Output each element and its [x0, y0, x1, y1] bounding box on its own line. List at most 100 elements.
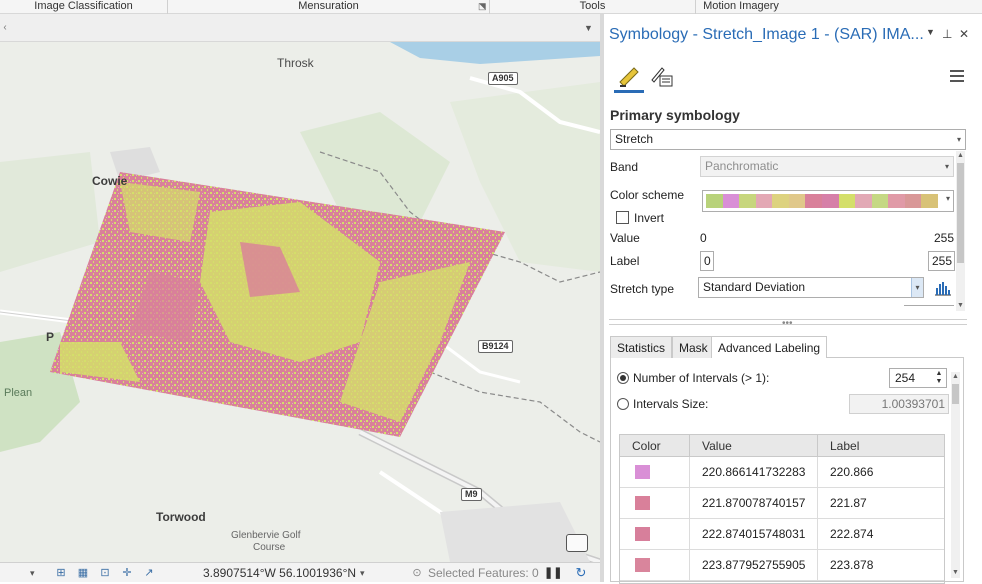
scroll-down-icon[interactable]: ▼: [951, 568, 960, 577]
label-cell[interactable]: 222.874: [818, 519, 944, 550]
value-label: Value: [610, 231, 640, 245]
color-swatch[interactable]: [635, 558, 650, 572]
color-ramp-swatch: [871, 194, 889, 208]
place-label-torwood: Torwood: [156, 510, 206, 524]
num-intervals-label: Number of Intervals (> 1):: [633, 371, 770, 385]
properties-bottom-edge: [904, 305, 954, 306]
scroll-down-icon[interactable]: ▼: [956, 301, 965, 310]
value-cell: 223.877952755905: [690, 550, 818, 581]
histogram-icon[interactable]: [934, 280, 952, 296]
label-cell[interactable]: 223.878: [818, 550, 944, 581]
interval-size-input[interactable]: 1.00393701: [849, 394, 949, 414]
label-cell[interactable]: 221.87: [818, 488, 944, 519]
ribbon-group-motion-imagery: Motion Imagery: [703, 0, 779, 12]
crosshair-icon[interactable]: ✛: [120, 566, 134, 580]
selected-features-icon: ⊙: [412, 567, 422, 579]
interval-size-radio[interactable]: [617, 398, 629, 410]
color-ramp-swatch: [755, 194, 773, 208]
renderer-value: Stretch: [615, 132, 654, 146]
table-row[interactable]: 222.874015748031 222.874: [620, 519, 944, 550]
band-value: Panchromatic: [705, 159, 779, 173]
place-label-course: Course: [253, 542, 286, 553]
tab-scroll-left-icon[interactable]: ‹: [0, 22, 10, 34]
num-intervals-radio[interactable]: [617, 372, 629, 384]
secondary-symbology-icon[interactable]: [648, 62, 676, 90]
map-status-bar: ▾ ⊞ ▦ ⊡ ✛ ↗ 3.8907514°W 56.1001936°N ▾ ⊙…: [0, 562, 600, 582]
value-cell: 221.870078740157: [690, 488, 818, 519]
chevron-down-icon: ▾: [945, 194, 950, 203]
snapping-icon[interactable]: ⊡: [98, 566, 112, 580]
coordinate-format-dropdown[interactable]: ▾: [360, 565, 365, 581]
ribbon-group-tools: Tools: [490, 0, 696, 14]
stepper-arrows-icon[interactable]: ▲ ▼: [934, 370, 944, 386]
scroll-up-icon[interactable]: ▲: [951, 372, 960, 381]
menu-icon[interactable]: [950, 70, 964, 82]
color-swatch[interactable]: [635, 496, 650, 510]
ribbon-group-mensuration: Mensuration: [168, 0, 490, 14]
primary-symbology-icon[interactable]: [616, 62, 644, 90]
properties-scrollbar[interactable]: ▲ ▼: [956, 151, 965, 311]
table-row[interactable]: 221.870078740157 221.87: [620, 488, 944, 519]
chevron-down-icon[interactable]: ▼: [584, 23, 593, 33]
coordinates-readout: 3.8907514°W 56.1001936°N: [203, 566, 357, 580]
tab-statistics[interactable]: Statistics: [610, 336, 673, 358]
pin-icon[interactable]: ⊥: [942, 27, 952, 41]
table-row[interactable]: 220.866141732283 220.866: [620, 457, 944, 488]
active-tool-indicator: [614, 90, 644, 93]
scroll-thumb[interactable]: [957, 163, 964, 263]
color-swatch[interactable]: [635, 465, 650, 479]
close-icon[interactable]: ✕: [959, 27, 969, 41]
dialog-launcher-icon[interactable]: ⬔: [478, 1, 487, 12]
labeling-tabs: Statistics Mask Advanced Labeling: [610, 336, 964, 359]
grid-header-color: Color: [620, 435, 690, 457]
panel-scrollbar[interactable]: ▲ ▼: [951, 372, 960, 578]
color-swatch[interactable]: [635, 527, 650, 541]
label-min-input[interactable]: 0: [700, 251, 714, 271]
navigator-icon[interactable]: ⊞: [54, 566, 68, 580]
chevron-down-icon: ▾: [944, 162, 949, 171]
color-ramp-swatch: [722, 194, 740, 208]
grid-header-value: Value: [690, 435, 818, 457]
labels-grid: Color Value Label 220.866141732283 220.86…: [619, 434, 945, 584]
pane-options-icon[interactable]: ▼: [926, 27, 935, 37]
num-intervals-stepper[interactable]: 254 ▲ ▼: [889, 368, 947, 388]
scroll-up-icon[interactable]: ▲: [956, 151, 965, 160]
tab-mask[interactable]: Mask: [672, 336, 715, 358]
refresh-icon[interactable]: ↻: [574, 566, 588, 580]
color-scheme-dropdown[interactable]: ▾: [702, 190, 954, 212]
color-cell[interactable]: [620, 488, 690, 519]
band-dropdown[interactable]: Panchromatic ▾: [700, 156, 954, 177]
value-min: 0: [700, 231, 707, 245]
color-ramp-swatch: [921, 194, 939, 208]
map-tab-strip: ‹ ▼: [0, 14, 600, 42]
map-view[interactable]: Throsk Cowie P Plean Torwood Glenbervie …: [0, 42, 600, 562]
tab-advanced-labeling[interactable]: Advanced Labeling: [711, 336, 828, 359]
color-ramp-swatch: [772, 194, 790, 208]
label-cell[interactable]: 220.866: [818, 457, 944, 488]
splitter-grip-icon[interactable]: •••: [782, 318, 793, 329]
value-cell: 222.874015748031: [690, 519, 818, 550]
scroll-thumb[interactable]: [952, 384, 959, 404]
table-row[interactable]: 223.877952755905 223.878: [620, 550, 944, 581]
stretch-type-label: Stretch type: [610, 282, 675, 296]
north-arrow-icon[interactable]: ↗: [142, 566, 156, 580]
scale-dropdown[interactable]: ▾: [30, 565, 35, 581]
renderer-dropdown[interactable]: Stretch ▾: [610, 129, 966, 150]
color-cell[interactable]: [620, 550, 690, 581]
place-label-throsk: Throsk: [277, 56, 314, 70]
basemap-gallery-icon[interactable]: [566, 534, 588, 552]
color-ramp-swatch: [904, 194, 922, 208]
stretch-type-dropdown[interactable]: Standard Deviation ▾: [698, 277, 924, 298]
invert-checkbox[interactable]: [616, 211, 629, 224]
color-cell[interactable]: [620, 519, 690, 550]
label-max-input[interactable]: 255: [928, 251, 955, 271]
grid-icon[interactable]: ▦: [76, 566, 90, 580]
color-scheme-label: Color scheme: [610, 188, 685, 202]
pause-icon[interactable]: ❚❚: [544, 566, 562, 580]
river-water: [390, 42, 600, 64]
stretch-type-value: Standard Deviation: [703, 280, 806, 294]
color-ramp-swatch: [739, 194, 757, 208]
color-cell[interactable]: [620, 457, 690, 488]
color-ramp-swatch: [822, 194, 839, 208]
place-label-p: P: [46, 330, 55, 344]
